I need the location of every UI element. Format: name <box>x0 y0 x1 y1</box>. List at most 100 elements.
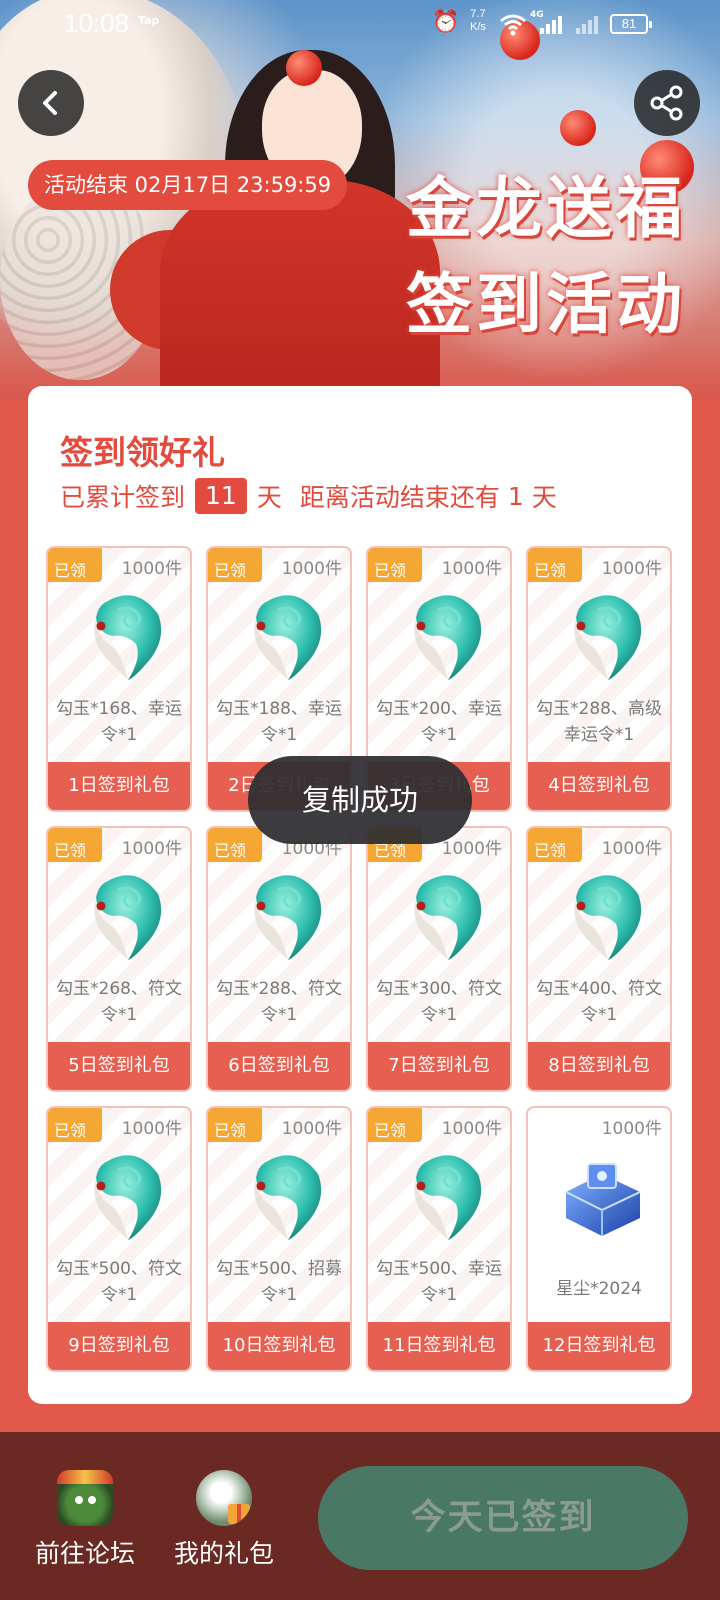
claimed-tag: 已领 <box>368 548 422 582</box>
flower-decoration <box>286 50 322 86</box>
gift-claim-button[interactable]: 6日签到礼包 <box>208 1042 350 1090</box>
gift-stock: 1000件 <box>281 1119 342 1139</box>
my-gifts-link[interactable]: 我的礼包 <box>164 1470 284 1570</box>
banner-title-line1: 金龙送福 <box>406 169 686 247</box>
gift-card[interactable]: 已领 1000件 勾玉*400、符文令*1 8日签到礼包 <box>526 826 672 1092</box>
banner-title-line2: 签到活动 <box>406 265 686 343</box>
forum-icon <box>57 1470 113 1526</box>
gift-claim-button[interactable]: 9日签到礼包 <box>48 1322 190 1370</box>
share-button[interactable] <box>634 70 700 136</box>
network-speed: 7.7 K/s <box>470 8 486 34</box>
gift-card[interactable]: 1000件 星尘*2024 12日签到礼包 <box>526 1106 672 1372</box>
gift-description: 勾玉*300、符文令*1 <box>376 979 502 1025</box>
status-time: 10:08 <box>64 8 130 38</box>
card-title: 签到领好礼 <box>60 433 225 472</box>
lantern-decoration <box>560 110 596 146</box>
gift-description: 勾玉*268、符文令*1 <box>56 979 182 1025</box>
jade-icon <box>574 875 642 960</box>
signal-icon <box>540 14 566 34</box>
network-speed-value: 7.7 <box>470 8 486 20</box>
back-button[interactable] <box>18 70 84 136</box>
remaining-days: 1 <box>507 481 524 511</box>
chevron-left-icon <box>43 91 57 115</box>
status-small-label: Tap <box>138 14 160 27</box>
progress-prefix: 已累计签到 <box>60 483 186 512</box>
gift-description: 勾玉*168、幸运令*1 <box>56 699 182 745</box>
status-bar: 10:08 Tap ⏰ 7.7 K/s 4G 81 <box>0 0 720 50</box>
gift-stock: 1000件 <box>601 559 662 579</box>
gift-stock: 1000件 <box>601 839 662 859</box>
gift-description: 勾玉*288、高级幸运令*1 <box>536 699 662 745</box>
gift-claim-button[interactable]: 12日签到礼包 <box>528 1322 670 1370</box>
remaining-unit: 天 <box>531 483 557 512</box>
gift-stock: 1000件 <box>441 559 502 579</box>
signed-days-unit: 天 <box>256 483 282 512</box>
forum-label: 前往论坛 <box>34 1539 135 1568</box>
gift-description: 勾玉*500、招募令*1 <box>216 1259 342 1305</box>
gift-box-icon <box>196 1470 252 1526</box>
gift-claim-button[interactable]: 7日签到礼包 <box>368 1042 510 1090</box>
my-gifts-label: 我的礼包 <box>173 1539 274 1568</box>
signal-icon-secondary <box>576 14 602 34</box>
activity-end-time: 活动结束 02月17日 23:59:59 <box>28 160 348 210</box>
jade-icon <box>94 595 162 680</box>
claimed-tag: 已领 <box>528 548 582 582</box>
gift-description: 勾玉*188、幸运令*1 <box>216 699 342 745</box>
claimed-tag: 已领 <box>48 1108 102 1142</box>
signed-days-count: 11 <box>195 478 247 514</box>
gift-card[interactable]: 已领 1000件 勾玉*300、符文令*1 7日签到礼包 <box>366 826 512 1092</box>
gift-stock: 1000件 <box>121 559 182 579</box>
share-icon <box>650 85 683 121</box>
claimed-tag: 已领 <box>48 548 102 582</box>
jade-icon <box>254 595 322 680</box>
jade-icon <box>414 875 482 960</box>
signed-today-button[interactable]: 今天已签到 <box>318 1466 688 1570</box>
battery-indicator: 81 <box>610 14 652 34</box>
gift-claim-button[interactable]: 4日签到礼包 <box>528 762 670 810</box>
gift-stock: 1000件 <box>441 1119 502 1139</box>
gift-claim-button[interactable]: 5日签到礼包 <box>48 1042 190 1090</box>
claimed-tag: 已领 <box>528 828 582 862</box>
network-speed-unit: K/s <box>470 21 486 33</box>
checkin-card: 签到领好礼 已累计签到 11 天 距离活动结束还有 1 天 已领 1000件 勾… <box>28 386 692 1404</box>
gift-description: 勾玉*500、符文令*1 <box>56 1259 182 1305</box>
gift-description: 星尘*2024 <box>556 1279 642 1299</box>
wifi-icon <box>500 14 526 36</box>
gift-card[interactable]: 已领 1000件 勾玉*500、招募令*1 10日签到礼包 <box>206 1106 352 1372</box>
copy-success-toast: 复制成功 <box>248 756 472 844</box>
claimed-tag: 已领 <box>48 828 102 862</box>
remaining-prefix: 距离活动结束还有 <box>299 483 500 512</box>
claimed-tag: 已领 <box>208 828 262 862</box>
gift-card[interactable]: 已领 1000件 勾玉*268、符文令*1 5日签到礼包 <box>46 826 192 1092</box>
gift-stock: 1000件 <box>441 839 502 859</box>
alarm-icon: ⏰ <box>432 10 460 35</box>
gift-stock: 1000件 <box>121 1119 182 1139</box>
gift-card[interactable]: 已领 1000件 勾玉*500、符文令*1 9日签到礼包 <box>46 1106 192 1372</box>
gift-description: 勾玉*500、幸运令*1 <box>376 1259 502 1305</box>
gift-claim-button[interactable]: 10日签到礼包 <box>208 1322 350 1370</box>
gift-card[interactable]: 已领 1000件 勾玉*500、幸运令*1 11日签到礼包 <box>366 1106 512 1372</box>
gift-claim-button[interactable]: 1日签到礼包 <box>48 762 190 810</box>
jade-icon <box>414 595 482 680</box>
bottom-bar: 前往论坛 我的礼包 今天已签到 <box>0 1432 720 1600</box>
gift-stock: 1000件 <box>601 1119 662 1139</box>
banner-title: 金龙送福 签到活动 <box>386 160 686 352</box>
gift-claim-button[interactable]: 8日签到礼包 <box>528 1042 670 1090</box>
checkin-progress: 已累计签到 11 天 距离活动结束还有 1 天 <box>60 478 557 514</box>
gift-card[interactable]: 已领 1000件 勾玉*168、幸运令*1 1日签到礼包 <box>46 546 192 812</box>
claimed-tag: 已领 <box>208 548 262 582</box>
forum-link[interactable]: 前往论坛 <box>25 1470 145 1570</box>
gift-card[interactable]: 已领 1000件 勾玉*288、符文令*1 6日签到礼包 <box>206 826 352 1092</box>
jade-icon <box>254 875 322 960</box>
jade-icon <box>254 1155 322 1240</box>
jade-icon <box>94 1155 162 1240</box>
gift-stock: 1000件 <box>121 839 182 859</box>
jade-icon <box>574 595 642 680</box>
gift-description: 勾玉*400、符文令*1 <box>536 979 662 1025</box>
gift-claim-button[interactable]: 11日签到礼包 <box>368 1322 510 1370</box>
claimed-tag: 已领 <box>368 1108 422 1142</box>
gift-card[interactable]: 已领 1000件 勾玉*288、高级幸运令*1 4日签到礼包 <box>526 546 672 812</box>
gift-stock: 1000件 <box>281 559 342 579</box>
gift-description: 勾玉*288、符文令*1 <box>216 979 342 1025</box>
jade-icon <box>94 875 162 960</box>
